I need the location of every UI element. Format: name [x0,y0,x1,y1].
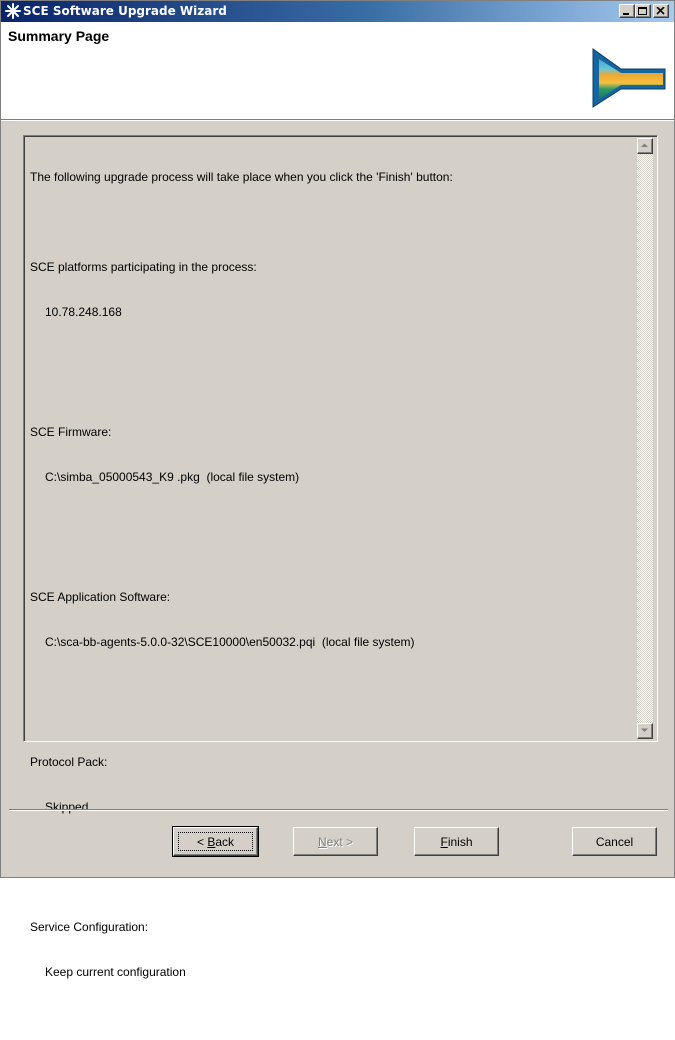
section-label: Protocol Pack: [30,755,108,769]
window-title: SCE Software Upgrade Wizard [23,4,227,18]
arrow-up-icon [641,143,648,147]
cancel-button[interactable]: Cancel [572,827,657,856]
section-label: SCE Application Software: [30,590,171,604]
footer-divider-highlight [9,810,668,811]
finish-label-mnemonic: F [440,834,448,849]
section-value: Keep current configuration [45,965,186,979]
header-divider [1,120,674,121]
wizard-banner-icon [592,48,666,108]
finish-label-suffix: inish [447,834,473,849]
close-icon [656,7,665,15]
section-value: Skipped [45,800,89,814]
summary-text-area[interactable]: The following upgrade process will take … [23,135,658,979]
maximize-button[interactable] [635,4,651,18]
summary-intro: The following upgrade process will take … [30,170,453,184]
section-platforms: SCE platforms participating in the proce… [30,230,630,350]
section-label: Service Configuration: [30,920,149,934]
page-title: Summary Page [8,28,110,44]
section-label: SCE platforms participating in the proce… [30,260,257,274]
app-icon [5,3,21,19]
vertical-scrollbar[interactable] [637,138,653,739]
scroll-down-button[interactable] [637,723,653,739]
next-label-suffix: ext > [326,834,354,849]
back-button[interactable]: < Back [172,826,259,857]
cancel-label: Cancel [595,834,634,849]
summary-content: The following upgrade process will take … [30,140,630,1040]
scroll-up-button[interactable] [637,138,653,154]
section-value: 10.78.248.168 [45,305,122,319]
focus-rectangle [178,832,253,851]
section-service-configuration: Service Configuration: Keep current conf… [30,890,630,1010]
close-button[interactable] [653,4,669,18]
minimize-button[interactable] [619,4,635,18]
section-firmware: SCE Firmware: C:\simba_05000543_K9 .pkg … [30,395,630,515]
section-application-software: SCE Application Software: C:\sca-bb-agen… [30,560,630,680]
section-value: C:\sca-bb-agents-5.0.0-32\SCE10000\en500… [45,635,415,649]
minimize-icon [623,13,629,15]
arrow-down-icon [641,728,648,732]
maximize-icon [638,7,647,15]
wizard-header: Summary Page [1,22,674,120]
wizard-window: SCE Software Upgrade Wizard Summary Page [0,0,675,979]
next-button[interactable]: Next > [293,827,378,856]
section-label: SCE Firmware: [30,425,112,439]
title-bar[interactable]: SCE Software Upgrade Wizard [1,1,674,22]
finish-button[interactable]: Finish [414,827,499,856]
next-label-mnemonic: N [317,834,327,849]
section-value: C:\simba_05000543_K9 .pkg (local file sy… [45,470,300,484]
